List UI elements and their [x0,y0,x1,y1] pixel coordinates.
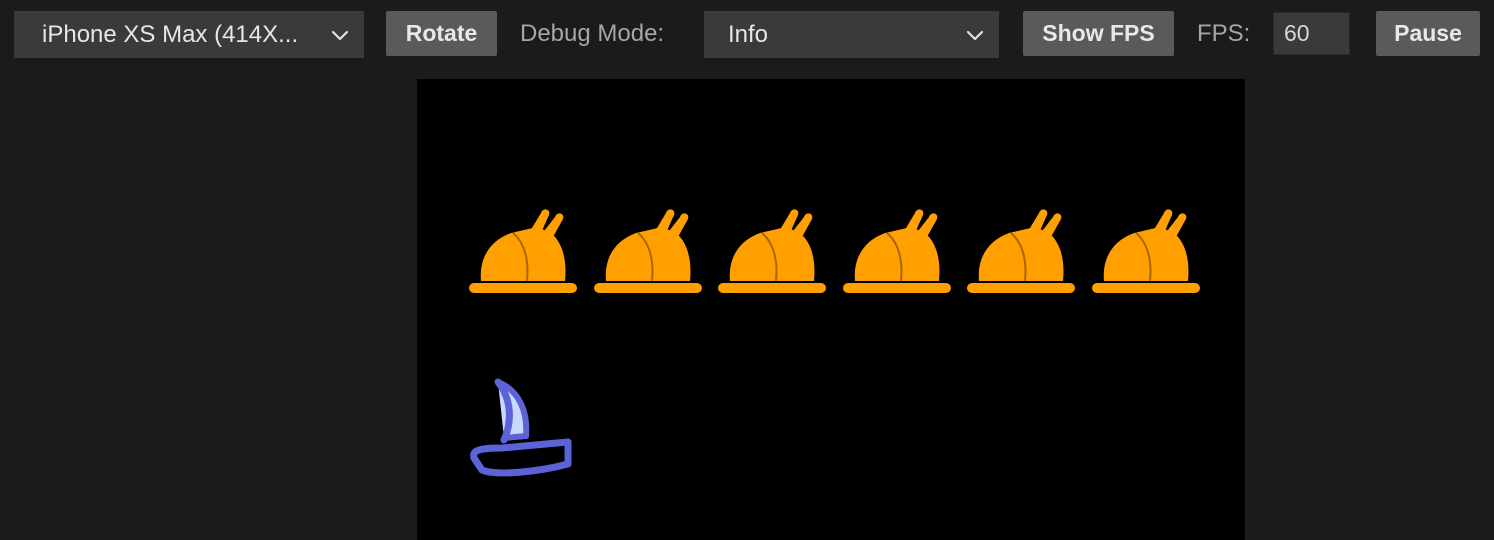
chevron-down-icon [331,30,349,40]
device-select-value: iPhone XS Max (414X... [42,20,299,48]
roast-turkey-icon [593,209,702,293]
debug-mode-label: Debug Mode: [520,20,665,47]
fps-input[interactable]: 60 [1273,12,1350,55]
debug-mode-value: Info [728,20,769,48]
roast-turkey-icon [967,209,1075,293]
game-canvas[interactable] [417,79,1245,540]
rotate-button[interactable]: Rotate [386,11,497,56]
roast-turkey-icon [842,209,951,293]
fps-label: FPS: [1197,20,1251,47]
toolbar: iPhone XS Max (414X... Rotate Debug Mode… [0,0,1494,70]
pause-button[interactable]: Pause [1376,11,1480,56]
roast-turkey-icon [469,209,577,293]
player-sailboat-icon [470,378,572,477]
chevron-down-icon [966,30,984,40]
roast-turkey-icon [1091,209,1200,293]
show-fps-button[interactable]: Show FPS [1023,11,1174,56]
roast-turkey-icon [718,209,826,293]
debug-mode-select[interactable]: Info [704,11,999,58]
device-select[interactable]: iPhone XS Max (414X... [14,11,364,58]
